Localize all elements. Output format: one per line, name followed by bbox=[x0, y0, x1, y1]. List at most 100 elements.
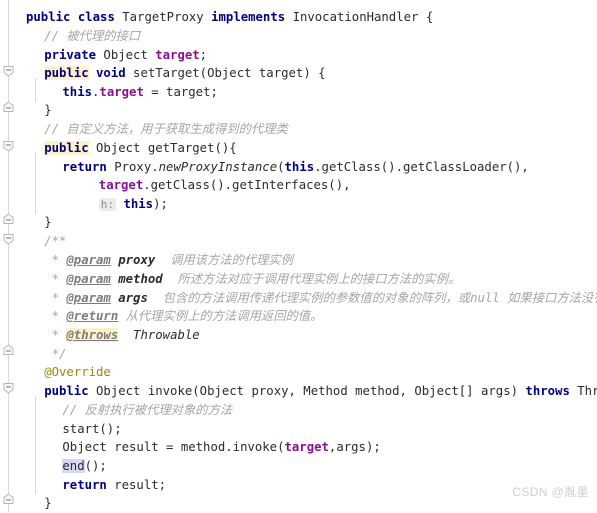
code-token: this bbox=[123, 197, 154, 211]
code-token: @Override bbox=[44, 365, 111, 379]
code-token: start(); bbox=[62, 422, 122, 436]
code-token: * bbox=[44, 253, 67, 267]
line-call-end[interactable]: end(); bbox=[62, 457, 107, 476]
line-settarget-signature[interactable]: public void setTarget(Object target) { bbox=[44, 64, 326, 83]
code-token: Proxy. bbox=[106, 160, 159, 174]
code-token: Object result = method.invoke( bbox=[62, 440, 285, 454]
code-token: = target; bbox=[143, 85, 218, 99]
code-token: } bbox=[44, 215, 52, 229]
code-token: TargetProxy bbox=[122, 10, 204, 24]
line-javadoc-param-args[interactable]: * @param args 包含的方法调用传递代理实例的参数值的对象的阵列，或n… bbox=[44, 289, 597, 308]
code-token: ( bbox=[277, 160, 285, 174]
code-token: public bbox=[44, 141, 89, 155]
code-token: implements bbox=[211, 10, 286, 24]
code-token: Throwable { bbox=[577, 384, 597, 398]
code-token: .getClass().getClassLoader(), bbox=[314, 160, 529, 174]
code-token: ; bbox=[199, 48, 208, 62]
code-token: // 自定义方法，用于获取生成得到的代理类 bbox=[44, 122, 288, 136]
parameter-hint[interactable]: h: bbox=[98, 198, 117, 211]
line-javadoc-param-method[interactable]: * @param method 所述方法对应于调用代理实例上的接口方法的实例。 bbox=[44, 270, 461, 289]
line-getinterfaces[interactable]: target.getClass().getInterfaces(), bbox=[99, 176, 351, 195]
line-invoke-signature[interactable]: public Object invoke(Object proxy, Metho… bbox=[44, 382, 597, 401]
line-handler-this[interactable]: h: this); bbox=[98, 195, 168, 214]
code-token: @param bbox=[66, 253, 111, 267]
code-token: this bbox=[62, 85, 93, 99]
code-token: public bbox=[44, 384, 89, 398]
code-token: args bbox=[118, 291, 148, 305]
line-gettarget-signature[interactable]: public Object getTarget(){ bbox=[44, 139, 237, 158]
code-token: (); bbox=[84, 459, 107, 473]
code-token: @param bbox=[66, 291, 111, 305]
line-comment-reflect-invoke[interactable]: // 反射执行被代理对象的方法 bbox=[62, 401, 232, 420]
line-javadoc-throws[interactable]: * @throws Throwable bbox=[44, 326, 200, 345]
code-token: 从代理实例上的方法调用返回的值。 bbox=[118, 309, 323, 323]
code-token: target bbox=[155, 48, 200, 62]
code-token: newProxyInstance bbox=[158, 160, 278, 174]
line-return-result[interactable]: return result; bbox=[62, 476, 166, 495]
line-override-annotation[interactable]: @Override bbox=[44, 363, 111, 382]
code-token: end bbox=[62, 459, 85, 473]
code-token: void bbox=[96, 66, 126, 80]
line-return-newproxyinstance[interactable]: return Proxy.newProxyInstance(this.getCl… bbox=[62, 158, 528, 177]
code-token: } bbox=[44, 103, 52, 117]
line-javadoc-return[interactable]: * @return 从代理实例上的方法调用返回的值。 bbox=[44, 307, 323, 326]
code-token: target bbox=[99, 85, 144, 99]
code-token: .getClass().getInterfaces(), bbox=[143, 178, 351, 192]
line-gettarget-close[interactable]: } bbox=[44, 213, 51, 232]
code-token: @return bbox=[66, 309, 119, 323]
code-token: * bbox=[44, 309, 67, 323]
code-token: @throws bbox=[66, 328, 119, 342]
code-token: Object invoke(Object proxy, Method metho… bbox=[96, 384, 519, 398]
code-token: this bbox=[284, 160, 315, 174]
line-comment-proxied-interface[interactable]: // 被代理的接口 bbox=[44, 27, 140, 46]
code-token: /** bbox=[44, 234, 67, 248]
code-token: Object getTarget(){ bbox=[96, 141, 237, 155]
code-token: // 反射执行被代理对象的方法 bbox=[62, 403, 233, 417]
line-comment-custom-method[interactable]: // 自定义方法，用于获取生成得到的代理类 bbox=[44, 120, 288, 139]
code-token: * bbox=[44, 272, 67, 286]
code-token: ,args); bbox=[328, 440, 381, 454]
code-token: } bbox=[44, 496, 52, 510]
code-token: 包含的方法调用传递代理实例的参数值的对象的阵列，或null 如果接口方法没有参数… bbox=[147, 291, 597, 305]
line-javadoc-param-proxy[interactable]: * @param proxy 调用该方法的代理实例 bbox=[44, 251, 293, 270]
line-settarget-assign[interactable]: this.target = target; bbox=[62, 83, 218, 102]
code-token: public bbox=[26, 10, 71, 24]
code-token: public bbox=[44, 66, 89, 80]
code-token: InvocationHandler bbox=[292, 10, 419, 24]
code-token: target bbox=[284, 440, 329, 454]
code-editor[interactable]: public class TargetProxy implements Invo… bbox=[0, 0, 597, 512]
code-token: return bbox=[62, 478, 107, 492]
line-settarget-close[interactable]: } bbox=[44, 101, 51, 120]
line-class-declaration[interactable]: public class TargetProxy implements Invo… bbox=[26, 8, 433, 27]
code-token: * bbox=[44, 328, 67, 342]
line-javadoc-open[interactable]: /** bbox=[44, 232, 66, 251]
code-token: private bbox=[44, 48, 97, 62]
code-token: target bbox=[98, 178, 144, 192]
code-token: */ bbox=[44, 347, 67, 361]
line-method-invoke-result[interactable]: Object result = method.invoke(target,arg… bbox=[62, 438, 380, 457]
code-token: method bbox=[118, 272, 163, 286]
code-token: // 被代理的接口 bbox=[44, 29, 141, 43]
code-token: class bbox=[77, 10, 115, 24]
line-call-start[interactable]: start(); bbox=[62, 420, 121, 439]
line-invoke-close[interactable]: } bbox=[44, 494, 51, 513]
code-token: Object bbox=[103, 48, 148, 62]
line-javadoc-close[interactable]: */ bbox=[44, 345, 67, 364]
code-token: result; bbox=[106, 478, 167, 492]
line-field-target[interactable]: private Object target; bbox=[44, 46, 207, 65]
code-token: proxy bbox=[118, 253, 156, 267]
code-token: @param bbox=[66, 272, 111, 286]
code-token: 所述方法对应于调用代理实例上的接口方法的实例。 bbox=[162, 272, 461, 286]
code-token: Throwable bbox=[133, 328, 200, 342]
code-token: return bbox=[62, 160, 107, 174]
code-content[interactable]: public class TargetProxy implements Invo… bbox=[0, 0, 597, 512]
code-token: 调用该方法的代理实例 bbox=[155, 253, 294, 267]
code-token: * bbox=[44, 291, 67, 305]
